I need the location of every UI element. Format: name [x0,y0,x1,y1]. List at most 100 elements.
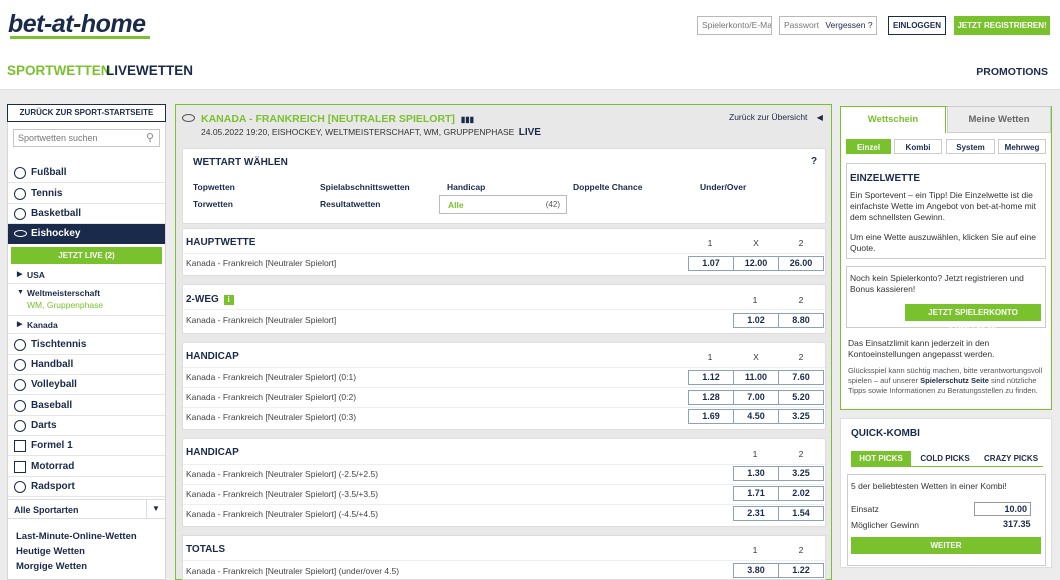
bet-type-under-over[interactable]: Under/Over [700,182,746,192]
sidebar-item-baseball[interactable]: Baseball [8,396,165,416]
logo-underline [10,36,150,39]
nav-livewetten[interactable]: LIVEWETTEN [106,63,193,78]
divider [183,560,825,561]
sidebar-item-volleyball[interactable]: Volleyball [8,375,165,395]
tab-wettschein[interactable]: Wettschein [840,106,946,133]
bet-type-alle-selected[interactable]: Alle (42) [439,195,567,214]
subtab-einzel[interactable]: Einzel [846,139,891,154]
odd-button[interactable]: 3.25 [778,466,824,481]
spielerschutz-link[interactable]: Spielerschutz Seite [920,376,989,385]
sidebar-item-tischtennis[interactable]: Tischtennis [8,335,165,355]
divider [183,407,825,408]
back-to-sport-start-button[interactable]: ZURÜCK ZUR SPORT-STARTSEITE [7,104,166,122]
password-input[interactable]: Passwort Vergessen ? [779,16,877,35]
odd-button[interactable]: 12.00 [733,256,779,271]
odd-button[interactable]: 3.80 [733,563,779,578]
open-account-button[interactable]: JETZT SPIELERKONTO ERÖFFNEN! [905,304,1041,334]
subtab-system[interactable]: System [946,139,995,154]
odd-button[interactable]: 26.00 [778,256,824,271]
bet-type-resultatwetten[interactable]: Resultatwetten [320,199,380,209]
sport-label: Tischtennis [31,339,87,350]
sidebar-item-motorrad[interactable]: Motorrad [8,457,165,477]
sidebar-item-fussball[interactable]: Fußball [8,163,165,183]
help-icon[interactable]: ? [811,156,817,167]
col-header: 1 [752,545,758,555]
nav-promotions[interactable]: PROMOTIONS [976,66,1048,78]
responsible-gaming-text: Glücksspiel kann süchtig machen, bitte v… [848,366,1044,396]
forgot-link[interactable]: Vergessen ? [825,20,872,30]
odd-button[interactable]: 4.50 [733,409,779,424]
odd-button[interactable]: 1.28 [688,390,734,405]
sidebar-item-tennis[interactable]: Tennis [8,184,165,204]
tab-cold-picks[interactable]: COLD PICKS [914,451,976,466]
subitem-detail-link[interactable]: WM, Gruppenphase [27,300,165,310]
link-heutige-wetten[interactable]: Heutige Wetten [16,546,85,557]
odd-button[interactable]: 5.20 [778,390,824,405]
sport-label: Motorrad [31,461,75,472]
link-last-minute[interactable]: Last-Minute-Online-Wetten [16,531,137,542]
sidebar-item-formel1[interactable]: Formel 1 [8,436,165,456]
info-icon[interactable]: i [223,295,234,305]
divider [183,484,825,485]
bet-type-spielabschnitt[interactable]: Spielabschnittswetten [320,182,410,192]
live-now-button[interactable]: JETZT LIVE (2) [11,247,162,264]
register-button[interactable]: JETZT REGISTRIEREN! [954,16,1050,35]
odd-button[interactable]: 1.54 [778,506,824,521]
chevron-down-icon[interactable]: ▼ [146,499,165,519]
sport-search-input[interactable]: Sportwetten suchen ⚲ [13,129,160,147]
odd-button[interactable]: 1.71 [733,486,779,501]
sidebar-item-basketball[interactable]: Basketball [8,204,165,224]
subtab-kombi[interactable]: Kombi [894,139,942,154]
odd-button[interactable]: 1.30 [733,466,779,481]
bet-type-topwetten[interactable]: Topwetten [193,182,235,192]
odd-button[interactable]: 7.00 [733,390,779,405]
nav-sportwetten[interactable]: SPORTWETTEN [7,63,111,78]
market-row-label: Kanada - Frankreich [Neutraler Spielort] [186,258,337,268]
bet-type-torwetten[interactable]: Torwetten [193,199,233,209]
login-button[interactable]: EINLOGGEN [888,16,946,35]
sidebar-subitem-weltmeisterschaft[interactable]: ▼ Weltmeisterschaft WM, Gruppenphase [8,285,165,316]
odd-button[interactable]: 1.12 [688,370,734,385]
weiter-button[interactable]: WEITER [851,537,1041,554]
odd-button[interactable]: 1.02 [733,313,779,328]
handball-icon [14,359,26,371]
divider [183,253,825,254]
odd-button[interactable]: 8.80 [778,313,824,328]
odd-button[interactable]: 11.00 [733,370,779,385]
checkered-flag-icon [14,440,26,452]
alle-count: (42) [545,200,560,209]
back-to-overview-link[interactable]: Zurück zur Übersicht ◀ [729,112,823,122]
tab-hot-picks[interactable]: HOT PICKS [851,451,911,466]
logo[interactable]: bet-at-home [8,10,146,39]
sidebar-item-eishockey[interactable]: Eishockey [8,224,165,244]
tab-crazy-picks[interactable]: CRAZY PICKS [979,451,1043,466]
odd-button[interactable]: 1.22 [778,563,824,578]
link-morgige-wetten[interactable]: Morgige Wetten [16,561,87,572]
account-input[interactable]: Spielerkonto/E-Mail [697,16,772,35]
sidebar-subitem-kanada[interactable]: ▶ Kanada [8,316,165,334]
all-sports-dropdown[interactable]: Alle Sportarten [8,499,165,519]
sidebar-item-darts[interactable]: Darts [8,416,165,436]
event-subtitle-text: 24.05.2022 19:20, EISHOCKEY, WELTMEISTER… [201,127,515,137]
sidebar-item-radsport[interactable]: Radsport [8,477,165,497]
darts-icon [14,420,26,432]
odd-button[interactable]: 2.31 [733,506,779,521]
einsatz-input[interactable]: 10.00 [974,502,1031,516]
odd-button[interactable]: 2.02 [778,486,824,501]
odd-button[interactable]: 7.60 [778,370,824,385]
search-icon[interactable]: ⚲ [146,131,154,144]
subtab-mehrweg[interactable]: Mehrweg [998,139,1046,154]
divider [183,464,825,465]
sidebar-subitem-usa[interactable]: ▶ USA [8,266,165,284]
odd-button[interactable]: 1.69 [688,409,734,424]
col-header: 2 [798,449,804,459]
stats-icon[interactable]: ▮▮▮ [461,115,474,124]
bet-type-doppelte-chance[interactable]: Doppelte Chance [573,182,642,192]
subitem-label: USA [27,270,45,280]
odd-button[interactable]: 1.07 [688,256,734,271]
bet-type-handicap[interactable]: Handicap [447,182,485,192]
sidebar-item-handball[interactable]: Handball [8,355,165,375]
sport-label: Basketball [31,208,82,219]
tab-meine-wetten[interactable]: Meine Wetten [947,106,1051,133]
odd-button[interactable]: 3.25 [778,409,824,424]
